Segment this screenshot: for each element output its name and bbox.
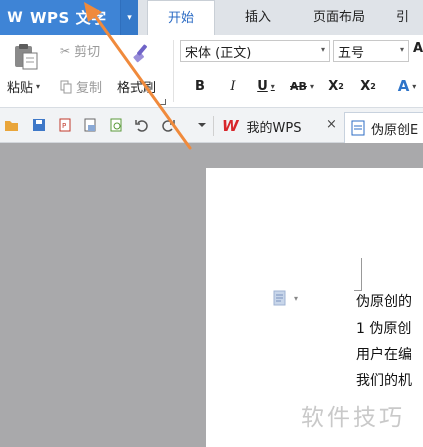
copy-label: 复制 <box>76 81 103 96</box>
superscript-button[interactable]: X2 <box>327 75 345 97</box>
clipboard-dialog-launcher[interactable] <box>160 99 166 105</box>
wps-icon: W <box>222 117 239 135</box>
tab-my-wps-label: 我的WPS <box>246 120 302 136</box>
ribbon: 粘贴 ▾ ✂ 剪切 复制 格式刷 宋体 (正文) ▾ 五号 ▾ A B I U … <box>0 35 423 108</box>
print-icon[interactable] <box>82 117 98 133</box>
scissors-icon: ✂ <box>60 43 71 58</box>
format-painter-icon[interactable] <box>130 40 154 64</box>
watermark: 软件技巧 <box>301 405 405 431</box>
redo-icon[interactable] <box>160 117 176 133</box>
paste-icon[interactable] <box>13 43 39 71</box>
cut-button[interactable]: ✂ 剪切 <box>60 41 101 61</box>
paragraph-options[interactable]: ▾ <box>272 290 298 306</box>
tab-page-layout[interactable]: 页面布局 <box>296 0 382 35</box>
subscript-button[interactable]: X2 <box>359 75 377 97</box>
subscript-mark: 2 <box>370 81 376 91</box>
tab-references[interactable]: 引 <box>396 0 423 35</box>
quick-access-bar: P W 我的WPS × 伪原创E <box>0 108 423 143</box>
paste-label: 粘贴 <box>7 81 34 96</box>
document-icon <box>351 120 365 136</box>
undo-icon[interactable] <box>134 117 150 133</box>
document-text-line[interactable]: 伪原创的 <box>356 291 412 311</box>
close-icon[interactable]: × <box>326 117 337 132</box>
document-text-line[interactable]: 我们的机 <box>356 370 412 390</box>
paragraph-icon <box>273 290 286 306</box>
font-color-label: A <box>397 77 410 95</box>
svg-text:P: P <box>62 122 66 130</box>
tab-my-wps[interactable]: W 我的WPS × <box>218 112 344 140</box>
strikethrough-button[interactable]: AB ▾ <box>287 75 317 97</box>
copy-button[interactable]: 复制 <box>60 77 102 96</box>
print-preview-icon[interactable] <box>108 117 124 133</box>
font-size-select[interactable]: 五号 ▾ <box>333 40 409 62</box>
chevron-down-icon: ▾ <box>309 81 314 91</box>
chevron-down-icon: ▾ <box>270 81 275 91</box>
tab-home[interactable]: 开始 <box>147 0 215 35</box>
grow-font-button[interactable]: A <box>413 41 423 56</box>
page-margin-marker <box>354 258 362 291</box>
wps-app-menu-button[interactable]: W WPS 文字 ▾ <box>0 0 138 35</box>
wps-logo-icon: W <box>7 9 23 26</box>
tab-document[interactable]: 伪原创E <box>344 112 423 143</box>
title-bar: W WPS 文字 ▾ 开始 插入 页面布局 引 <box>0 0 423 35</box>
chevron-down-icon: ▾ <box>294 293 299 303</box>
underline-label: U <box>257 78 268 94</box>
tab-insert[interactable]: 插入 <box>228 0 288 35</box>
toolbar-divider <box>213 116 214 136</box>
app-menu-dropdown-icon[interactable]: ▾ <box>120 0 138 35</box>
ribbon-divider <box>173 40 174 102</box>
font-family-value: 宋体 (正文) <box>185 45 252 61</box>
export-pdf-icon[interactable]: P <box>57 117 73 133</box>
customize-toolbar-chevron-icon[interactable] <box>194 117 210 133</box>
subscript-label: X <box>360 78 371 94</box>
bold-button[interactable]: B <box>192 75 208 97</box>
cut-label: 剪切 <box>74 45 101 60</box>
chevron-down-icon: ▾ <box>320 45 325 54</box>
font-color-button[interactable]: A ▾ <box>392 75 422 97</box>
strikethrough-label: AB <box>290 79 307 93</box>
save-icon[interactable] <box>31 117 47 133</box>
italic-button[interactable]: I <box>225 75 241 97</box>
app-title: WPS 文字 <box>30 9 107 27</box>
tab-document-label: 伪原创E <box>371 122 419 138</box>
chevron-down-icon: ▾ <box>36 82 41 91</box>
font-family-select[interactable]: 宋体 (正文) ▾ <box>180 40 330 62</box>
underline-button[interactable]: U ▾ <box>253 75 279 97</box>
open-folder-icon[interactable] <box>4 117 20 133</box>
superscript-label: X <box>328 78 339 94</box>
copy-icon <box>60 80 72 93</box>
chevron-down-icon: ▾ <box>399 45 404 54</box>
document-text-line[interactable]: 用户在编 <box>356 344 412 364</box>
document-text-line[interactable]: 1 伪原创 <box>356 318 411 338</box>
chevron-down-icon: ▾ <box>412 81 417 91</box>
superscript-mark: 2 <box>338 81 344 91</box>
format-painter-button[interactable]: 格式刷 <box>117 77 156 96</box>
paste-button[interactable]: 粘贴 ▾ <box>7 77 40 96</box>
font-size-value: 五号 <box>338 45 365 61</box>
